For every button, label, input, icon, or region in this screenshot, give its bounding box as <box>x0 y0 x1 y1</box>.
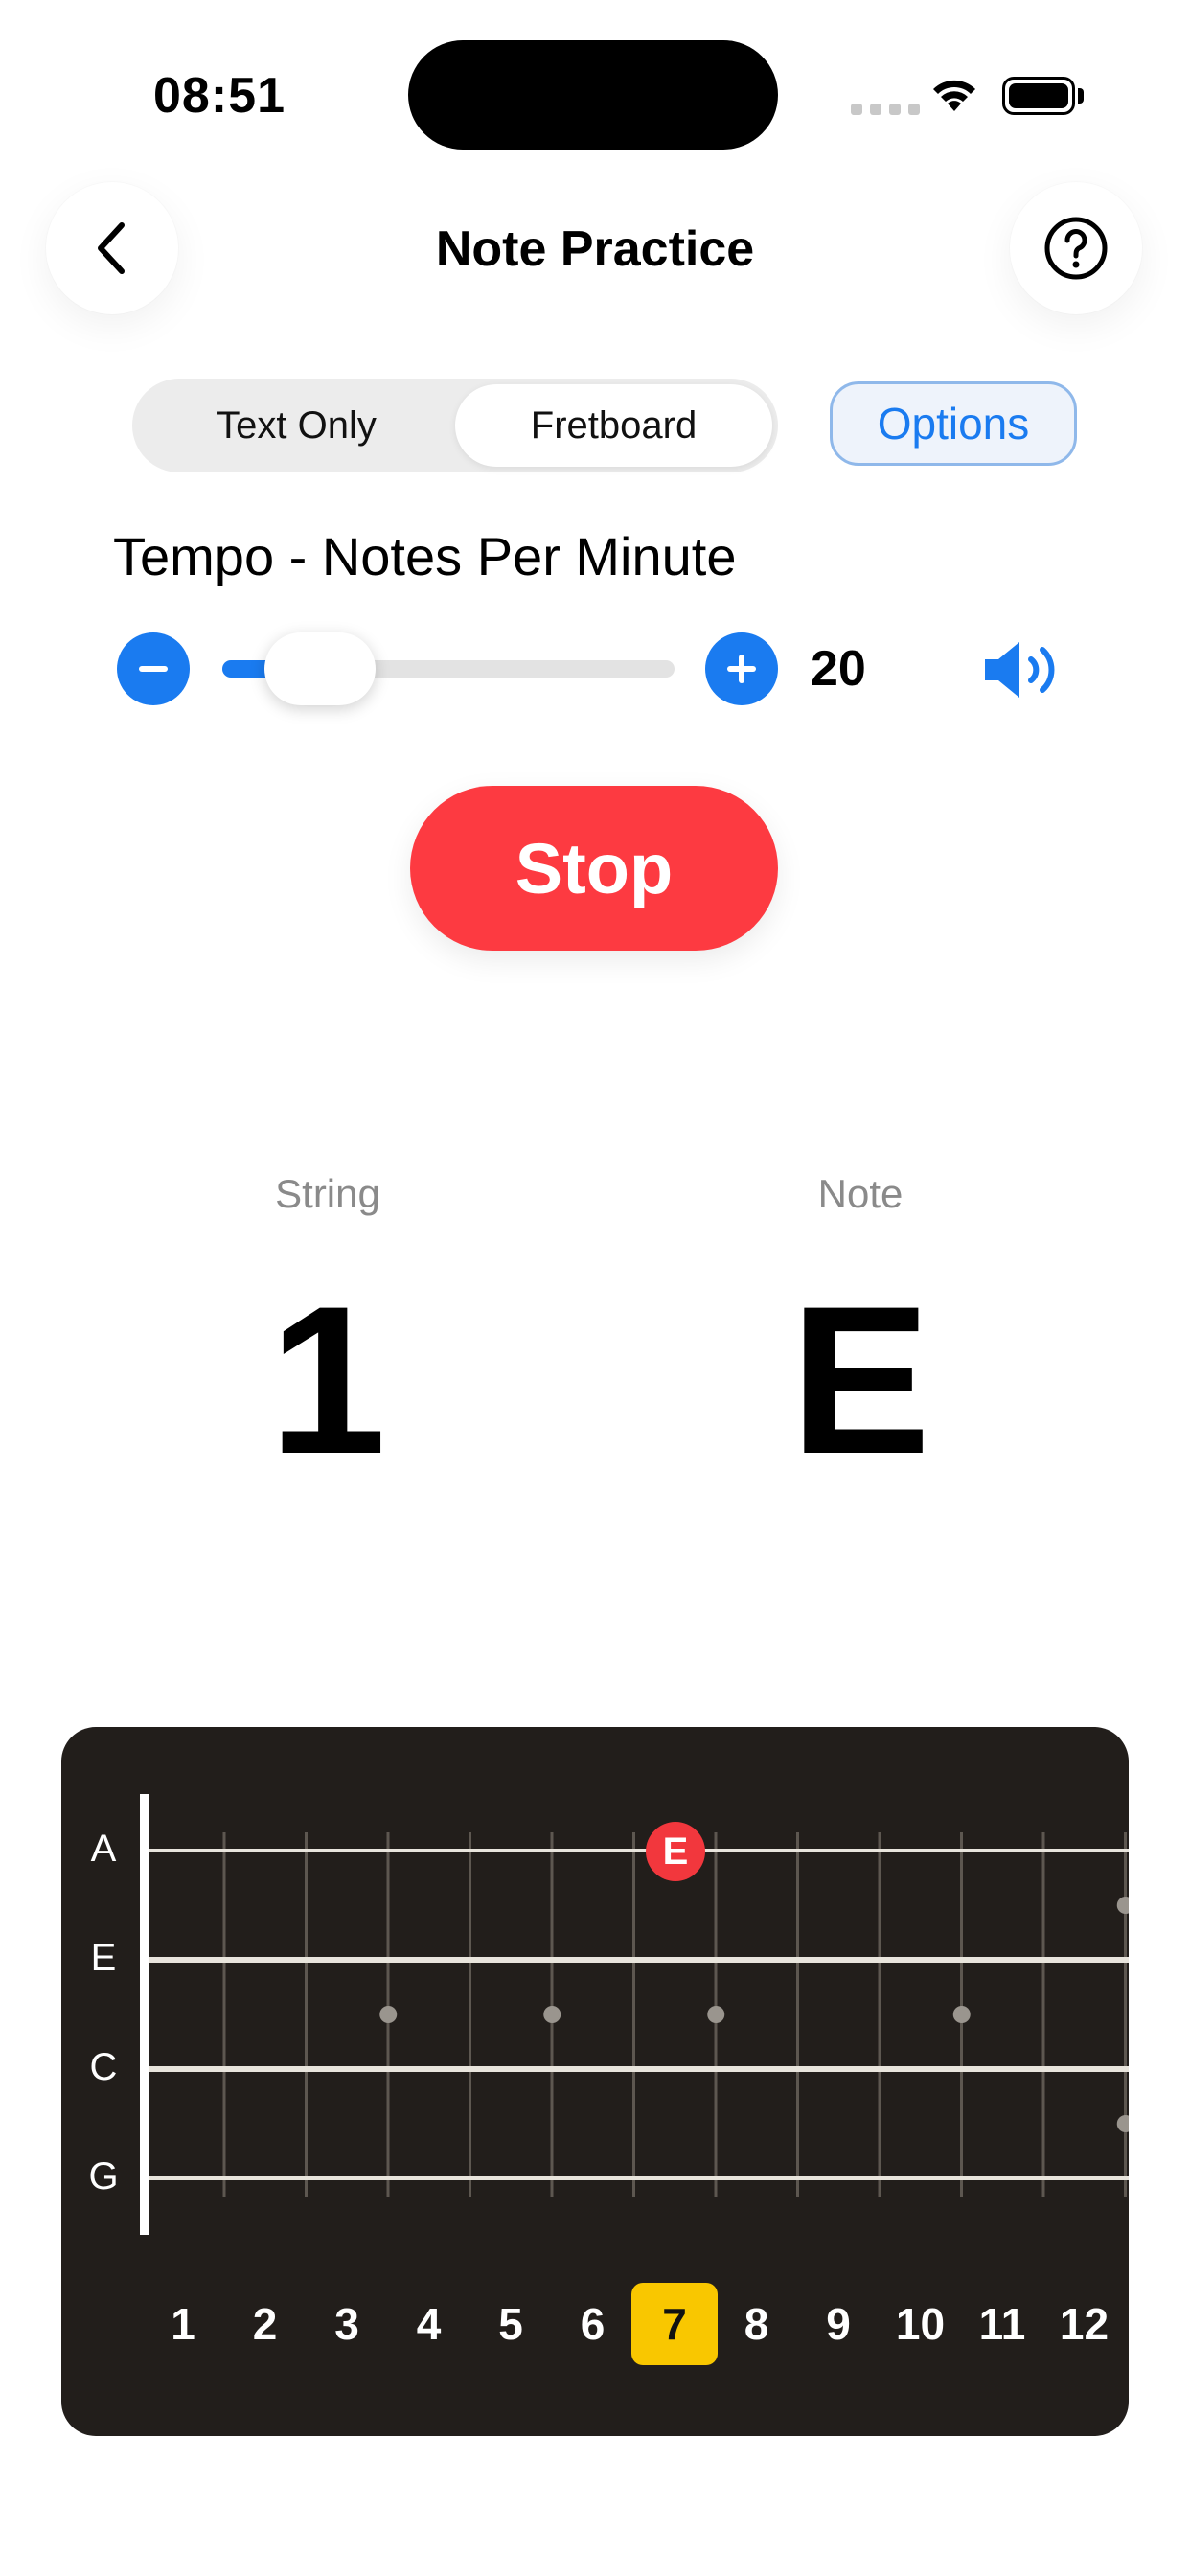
fret-number[interactable]: 8 <box>714 2283 800 2365</box>
fretboard: E A E C G 1 2 3 4 5 6 7 8 9 10 11 12 <box>61 1727 1129 2436</box>
fret-number[interactable]: 4 <box>386 2283 472 2365</box>
fretboard-note-marker: E <box>646 1822 705 1881</box>
fret-number[interactable]: 10 <box>878 2283 964 2365</box>
fret-number[interactable]: 6 <box>550 2283 636 2365</box>
tempo-label: Tempo - Notes Per Minute <box>113 526 737 586</box>
string-name-C: C <box>89 2046 118 2088</box>
dynamic-island <box>408 40 778 150</box>
tempo-increase-button[interactable] <box>705 632 778 705</box>
stop-button[interactable]: Stop <box>410 786 778 951</box>
battery-cap <box>1078 88 1084 104</box>
battery-icon <box>1002 77 1075 115</box>
wifi-icon <box>929 75 979 118</box>
string-name-E: E <box>90 1937 117 1979</box>
question-mark-icon <box>1044 217 1108 280</box>
speaker-sound-icon[interactable] <box>981 636 1067 708</box>
string-value: 1 <box>268 1262 387 1498</box>
segment-text-only[interactable]: Text Only <box>138 384 455 467</box>
segment-fretboard[interactable]: Fretboard <box>455 384 772 467</box>
fret-inlay-dot <box>707 2006 725 2023</box>
fret-number[interactable]: 11 <box>959 2283 1045 2365</box>
string-name-G: G <box>88 2155 119 2197</box>
fret-inlay-dot <box>379 2006 398 2023</box>
note-label: Note <box>817 1171 904 1216</box>
mode-segmented-control: Text Only Fretboard <box>132 379 778 472</box>
fret-number[interactable]: 5 <box>468 2283 554 2365</box>
cellular-signal-icon <box>851 104 920 115</box>
fret-number[interactable]: 3 <box>304 2283 390 2365</box>
minus-icon <box>139 666 168 672</box>
tempo-decrease-button[interactable] <box>117 632 190 705</box>
fret-number[interactable]: 12 <box>1041 2283 1128 2365</box>
tempo-slider-thumb[interactable] <box>264 632 376 705</box>
fret-inlay-dot <box>1116 2115 1129 2132</box>
status-time: 08:51 <box>153 68 286 124</box>
fret-inlay-dot <box>1116 1897 1129 1914</box>
help-button[interactable] <box>1010 182 1142 314</box>
fret-inlay-dot <box>543 2006 561 2023</box>
fret-number[interactable]: 2 <box>222 2283 309 2365</box>
plus-icon <box>727 655 756 683</box>
string-name-A: A <box>90 1828 117 1870</box>
fret-inlay-dot <box>952 2006 971 2023</box>
options-button[interactable]: Options <box>830 381 1077 466</box>
fret-number[interactable]: 9 <box>795 2283 881 2365</box>
string-label: String <box>275 1171 380 1216</box>
fret-number[interactable]: 7 <box>631 2283 718 2365</box>
nut <box>140 1794 149 2235</box>
fret-number[interactable]: 1 <box>140 2283 226 2365</box>
note-value: E <box>790 1262 931 1498</box>
tempo-value: 20 <box>811 641 866 697</box>
